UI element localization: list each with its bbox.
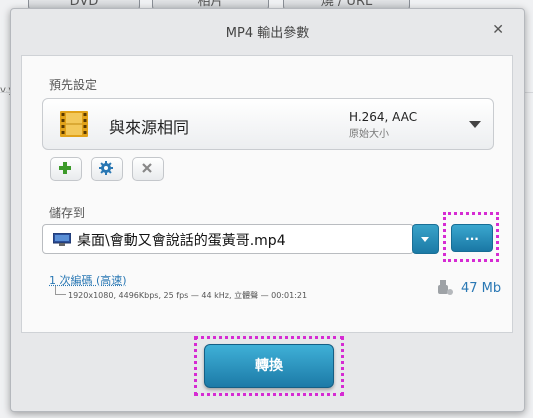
preset-dropdown[interactable]: 與來源相同 H.264, AAC 原始大小 <box>42 98 494 150</box>
browse-highlight: ... <box>443 212 499 262</box>
convert-button[interactable]: 轉換 <box>204 344 334 388</box>
dialog-title: MP4 輸出參數 <box>225 26 310 41</box>
convert-highlight: 轉換 <box>194 336 344 396</box>
remove-preset-button[interactable] <box>132 157 164 181</box>
preset-section-label: 預先設定 <box>49 78 98 92</box>
encoding-details: 1920x1080, 4496Kbps, 25 fps — 44 kHz, 立體… <box>68 291 308 300</box>
add-preset-button[interactable] <box>50 157 82 181</box>
gear-icon <box>99 161 113 175</box>
close-icon[interactable]: ✕ <box>492 22 504 38</box>
save-path-field[interactable]: 桌面\會動又會說話的蛋黃哥.mp4 <box>42 224 414 254</box>
add-icon <box>59 162 71 174</box>
settings-panel: 預先設定 與來源相同 H.264, AAC 原始大小 儲存到 桌面\會動又會說話… <box>21 55 513 333</box>
preset-size-note: 原始大小 <box>349 129 389 140</box>
preset-name: 與來源相同 <box>109 118 190 137</box>
preset-settings-button[interactable] <box>91 157 123 181</box>
monitor-icon <box>53 233 71 246</box>
file-size-icon <box>438 280 453 295</box>
preset-codec: H.264, AAC <box>349 110 418 124</box>
output-file-size: 47 Mb <box>461 281 502 296</box>
save-section-label: 儲存到 <box>49 206 86 220</box>
film-icon <box>60 111 88 137</box>
mp4-output-settings-dialog: MP4 輸出參數 ✕ 預先設定 與來源相同 H.264, AAC 原始大小 儲存… <box>10 8 525 412</box>
browse-button[interactable]: ... <box>451 224 493 252</box>
chevron-down-icon <box>469 121 481 128</box>
remove-icon <box>142 163 152 173</box>
tree-connector <box>55 286 66 295</box>
save-path-text: 桌面\會動又會說話的蛋黃哥.mp4 <box>77 233 286 249</box>
save-path-dropdown-button[interactable] <box>412 224 439 254</box>
